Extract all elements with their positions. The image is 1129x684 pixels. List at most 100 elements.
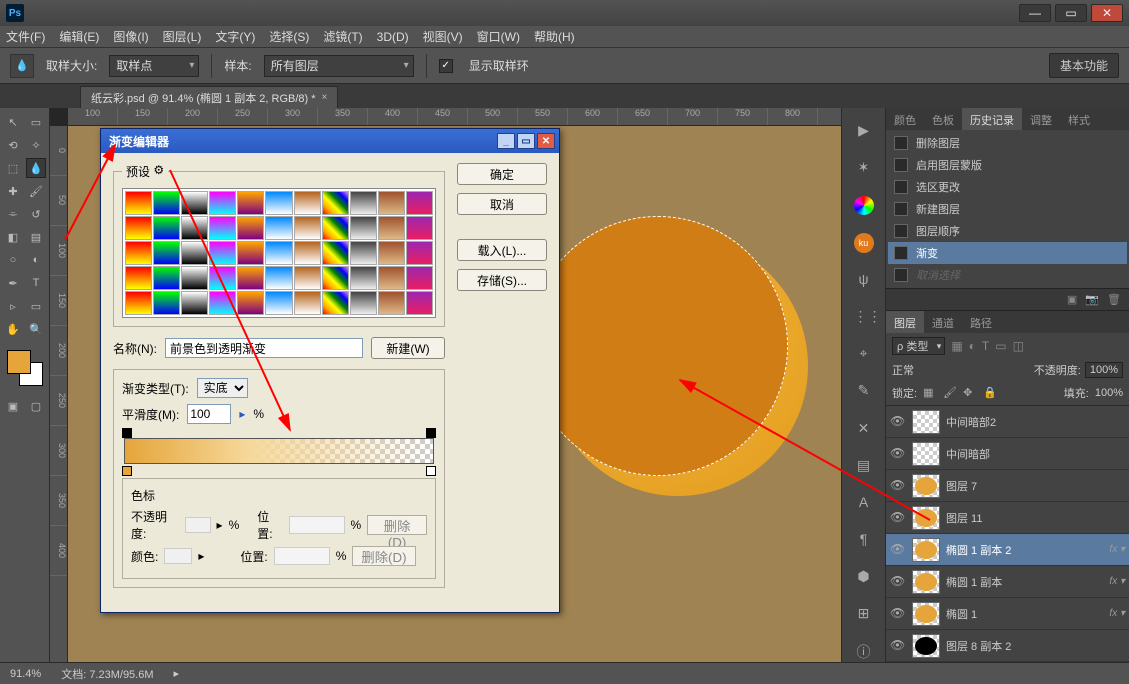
layer-row[interactable]: 👁中间暗部 [886,438,1129,470]
brush-icon[interactable]: ψ [854,271,874,290]
preset-swatch[interactable] [125,291,152,315]
foreground-color-swatch[interactable] [7,350,31,374]
tab-layers[interactable]: 图层 [886,311,924,333]
color-stop-right[interactable] [426,466,436,476]
brush-tool[interactable]: 🖌 [26,181,46,201]
tool-preset-icon[interactable]: ✎ [854,382,874,401]
preset-swatch[interactable] [209,191,236,215]
preset-swatch[interactable] [181,191,208,215]
preset-swatch[interactable] [265,191,292,215]
eye-icon[interactable]: 👁 [890,638,906,654]
preset-swatch[interactable] [350,241,377,265]
delete-opacity-stop-button[interactable]: 删除(D) [367,515,427,535]
gear-icon[interactable]: ⚙ [153,163,164,177]
eyedropper-tool[interactable]: 💧 [26,158,46,178]
save-button[interactable]: 存储(S)... [457,269,547,291]
preset-swatch[interactable] [265,241,292,265]
tab-history[interactable]: 历史记录 [962,108,1022,130]
dialog-close-button[interactable]: ✕ [537,133,555,149]
preset-swatch[interactable] [294,216,321,240]
document-tab[interactable]: 纸云彩.psd @ 91.4% (椭圆 1 副本 2, RGB/8) * × [80,86,338,108]
sample-size-dropdown[interactable]: 取样点 [109,55,199,77]
menu-select[interactable]: 选择(S) [269,28,309,45]
filter-adjust-icon[interactable]: ◐ [969,339,976,353]
preset-swatch[interactable] [125,191,152,215]
layer-row[interactable]: 👁椭圆 1 副本 2fx ▾ [886,534,1129,566]
preset-swatch[interactable] [237,241,264,265]
preset-swatch[interactable] [265,216,292,240]
ruler-icon[interactable]: ✕ [854,420,874,439]
tab-paths[interactable]: 路径 [962,311,1000,333]
gradient-editor-dialog[interactable]: 渐变编辑器 _ ▭ ✕ 预设 ⚙ 名称(N): 新建(W) 渐变类型(T): 实… [100,128,560,613]
smoothness-input[interactable] [187,404,231,424]
preset-swatch[interactable] [350,291,377,315]
preset-swatch[interactable] [350,216,377,240]
dialog-titlebar[interactable]: 渐变编辑器 _ ▭ ✕ [101,129,559,153]
preset-swatch[interactable] [294,266,321,290]
preset-swatch[interactable] [209,216,236,240]
zoom-tool[interactable]: 🔍 [26,319,46,339]
preset-swatch[interactable] [125,216,152,240]
snapshot-icon[interactable]: ▣ [1067,293,1077,306]
preset-swatch[interactable] [294,291,321,315]
preset-swatch[interactable] [378,266,405,290]
layer-row[interactable]: 👁图层 8 副本 2 [886,630,1129,662]
preset-swatch[interactable] [181,291,208,315]
preset-swatch[interactable] [125,241,152,265]
marquee-tool[interactable]: ▭ [26,112,46,132]
hand-tool[interactable]: ✋ [3,319,23,339]
ok-button[interactable]: 确定 [457,163,547,185]
preset-swatch[interactable] [322,191,349,215]
preset-swatch[interactable] [181,266,208,290]
history-item[interactable]: 渐变 [888,242,1127,264]
preset-swatch[interactable] [153,291,180,315]
layer-row[interactable]: 👁椭圆 1 副本fx ▾ [886,566,1129,598]
fill-field[interactable]: 100% [1095,387,1123,399]
preset-swatch[interactable] [265,291,292,315]
eye-icon[interactable]: 👁 [890,542,906,558]
stamp-tool[interactable]: ⌯ [3,204,23,224]
lock-all-icon[interactable]: 🔒 [983,386,997,400]
preset-swatch[interactable] [209,291,236,315]
preset-swatch[interactable] [209,241,236,265]
preset-swatch[interactable] [378,241,405,265]
history-item[interactable]: 选区更改 [888,176,1127,198]
history-brush-tool[interactable]: ↺ [26,204,46,224]
move-tool[interactable]: ↖ [3,112,23,132]
compass-icon[interactable]: ✶ [854,159,874,178]
color-wheel-icon[interactable] [854,196,874,215]
preset-swatch[interactable] [322,216,349,240]
menu-image[interactable]: 图像(I) [113,28,148,45]
preset-swatch[interactable] [294,191,321,215]
history-item[interactable]: 取消选择 [888,264,1127,286]
dialog-maximize-button[interactable]: ▭ [517,133,535,149]
screenmode-tool[interactable]: ▢ [26,396,46,416]
preset-swatch[interactable] [153,216,180,240]
preset-swatch[interactable] [406,216,433,240]
window-close-button[interactable]: ✕ [1091,4,1123,22]
opacity-stop-left[interactable] [122,428,132,438]
filter-smart-icon[interactable]: ◫ [1013,339,1024,353]
eye-icon[interactable]: 👁 [890,606,906,622]
menu-edit[interactable]: 编辑(E) [59,28,99,45]
preset-swatch[interactable] [237,216,264,240]
chevron-right-icon[interactable]: ▸ [239,407,245,421]
preset-swatch[interactable] [406,241,433,265]
menu-file[interactable]: 文件(F) [6,28,45,45]
pen-tool[interactable]: ✒ [3,273,23,293]
layer-row[interactable]: 👁图层 11 [886,502,1129,534]
preset-swatch[interactable] [406,191,433,215]
eye-icon[interactable]: 👁 [890,510,906,526]
history-item[interactable]: 启用图层蒙版 [888,154,1127,176]
note-icon[interactable]: ▤ [854,457,874,476]
preset-swatch[interactable] [237,291,264,315]
trash-icon[interactable]: 🗑 [1107,293,1121,306]
gradient-type-select[interactable]: 实底 [197,378,248,398]
filter-shape-icon[interactable]: ▭ [995,339,1006,353]
preset-swatch[interactable] [406,291,433,315]
preset-swatch[interactable] [406,266,433,290]
stop-pos-input-2[interactable] [274,547,330,565]
3d-icon[interactable]: ⬢ [854,568,874,587]
preset-swatch[interactable] [322,241,349,265]
camera-icon[interactable]: 📷 [1085,293,1099,306]
